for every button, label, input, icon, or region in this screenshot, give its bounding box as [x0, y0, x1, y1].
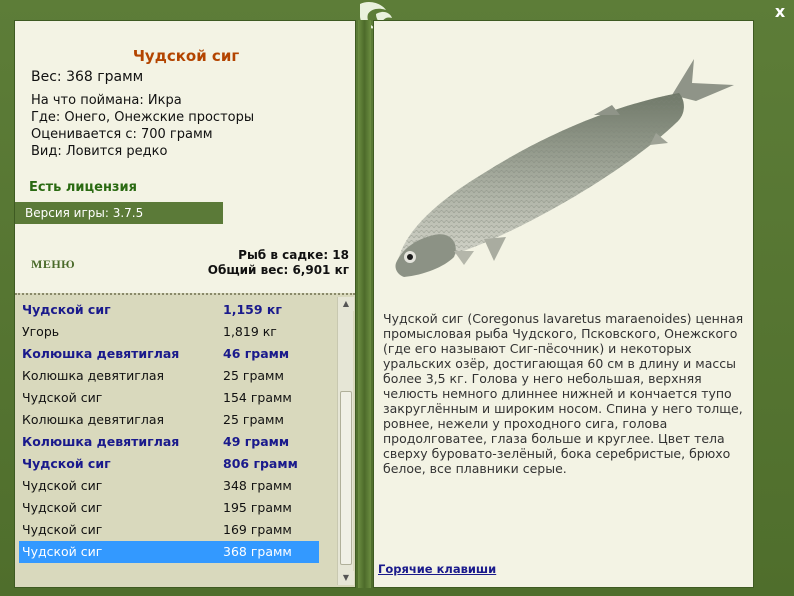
- catch-fish-weight: 46 грамм: [223, 346, 290, 361]
- scrollbar-thumb[interactable]: [340, 391, 352, 565]
- catch-list-row[interactable]: Колюшка девятиглая 46 грамм: [19, 343, 319, 365]
- catch-fish-name: Колюшка девятиглая: [22, 346, 180, 361]
- catch-fish-name: Колюшка девятиглая: [22, 368, 165, 383]
- catch-list-row[interactable]: Чудской сиг 169 грамм: [19, 519, 319, 541]
- fish-illustration-icon: [395, 59, 734, 277]
- catch-fish-name: Чудской сиг: [22, 302, 111, 317]
- license-status: Есть лицензия: [29, 180, 137, 195]
- catch-fish-name: Угорь: [22, 324, 60, 339]
- catch-list-row[interactable]: Чудской сиг 1,159 кг: [19, 299, 319, 321]
- catch-list-row[interactable]: Колюшка девятиглая 49 грамм: [19, 431, 319, 453]
- catch-fish-name: Чудской сиг: [22, 456, 111, 471]
- catch-fish-weight: 25 грамм: [223, 368, 284, 383]
- close-button[interactable]: x: [770, 2, 790, 22]
- panel-divider: [358, 20, 371, 588]
- catch-fish-name: Колюшка девятиглая: [22, 434, 180, 449]
- catch-fish-weight: 806 грамм: [223, 456, 298, 471]
- fish-title: Чудской сиг: [132, 47, 240, 65]
- catch-fish-name: Чудской сиг: [22, 522, 103, 537]
- catch-fish-name: Чудской сиг: [22, 500, 103, 515]
- catch-list-scrollbar[interactable]: ▲ ▼: [337, 297, 354, 585]
- catch-fish-weight: 195 грамм: [223, 500, 292, 515]
- catch-list-row[interactable]: Колюшка девятиглая 25 грамм: [19, 409, 319, 431]
- catch-list-row[interactable]: Чудской сиг 348 грамм: [19, 475, 319, 497]
- hotkeys-link[interactable]: Горячие клавиши: [378, 562, 496, 576]
- catch-fish-weight: 348 грамм: [223, 478, 292, 493]
- catch-fish-name: Чудской сиг: [22, 544, 103, 559]
- catch-list-row[interactable]: Чудской сиг 368 грамм: [19, 541, 319, 563]
- catch-list-row[interactable]: Чудской сиг 154 грамм: [19, 387, 319, 409]
- catch-fish-name: Чудской сиг: [22, 390, 103, 405]
- catch-fish-weight: 25 грамм: [223, 412, 284, 427]
- catch-fish-name: Чудской сиг: [22, 478, 103, 493]
- fish-kind: Вид: Ловится редко: [31, 144, 168, 159]
- fish-value: Оценивается с: 700 грамм: [31, 127, 213, 142]
- scroll-down-arrow-icon[interactable]: ▼: [338, 571, 354, 585]
- catch-fish-weight: 49 грамм: [223, 434, 290, 449]
- keepnet-count: Рыб в садке: 18: [238, 248, 349, 262]
- catch-list: Чудской сиг 1,159 кг Угорь 1,819 кг Колюшка …: [15, 293, 355, 587]
- fish-location: Где: Онего, Онежские просторы: [31, 110, 255, 125]
- catch-fish-weight: 368 грамм: [223, 544, 292, 559]
- version-bar: Версия игры: 3.7.5: [15, 202, 223, 224]
- fish-weight: Вес: 368 грамм: [31, 69, 144, 85]
- keepnet-total-weight: Общий вес: 6,901 кг: [207, 263, 349, 277]
- catch-fish-weight: 169 грамм: [223, 522, 292, 537]
- fish-description-panel: Чудской сиг (Coregonus lavaretus maraeno…: [373, 20, 754, 588]
- fish-info-panel: Чудской сиг Вес: 368 грамм На что пойман…: [14, 20, 356, 588]
- catch-fish-name: Колюшка девятиглая: [22, 412, 165, 427]
- catch-fish-weight: 154 грамм: [223, 390, 292, 405]
- catch-list-row[interactable]: Чудской сиг 195 грамм: [19, 497, 319, 519]
- catch-list-row[interactable]: Колюшка девятиглая 25 грамм: [19, 365, 319, 387]
- fish-description: Чудской сиг (Coregonus lavaretus maraeno…: [383, 311, 744, 476]
- catch-list-row[interactable]: Угорь 1,819 кг: [19, 321, 319, 343]
- catch-fish-weight: 1,819 кг: [223, 324, 277, 339]
- catch-fish-weight: 1,159 кг: [223, 302, 282, 317]
- catch-list-row[interactable]: Чудской сиг 806 грамм: [19, 453, 319, 475]
- fish-bait: На что поймана: Икра: [31, 93, 182, 108]
- menu-button[interactable]: МЕНЮ: [31, 257, 75, 272]
- scroll-up-arrow-icon[interactable]: ▲: [338, 297, 354, 311]
